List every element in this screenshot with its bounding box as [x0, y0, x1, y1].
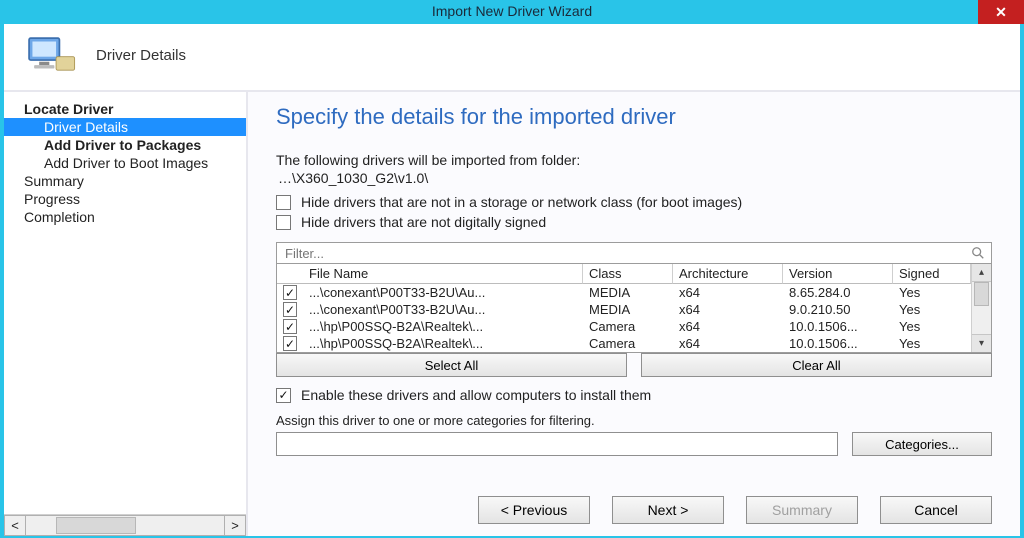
categories-input[interactable]: [276, 432, 838, 456]
cell-signed: Yes: [893, 335, 971, 352]
row-checkbox[interactable]: [283, 285, 297, 300]
body: Locate DriverDriver DetailsAdd Driver to…: [4, 92, 1020, 536]
cell-architecture: x64: [673, 318, 783, 335]
cell-filename: ...\hp\P00SSQ-B2A\Realtek\...: [303, 318, 583, 335]
scroll-right-button[interactable]: >: [224, 515, 246, 536]
col-version[interactable]: Version: [783, 264, 893, 284]
next-button[interactable]: Next >: [612, 496, 724, 524]
window-title: Import New Driver Wizard: [4, 3, 1020, 19]
cell-class: MEDIA: [583, 284, 673, 301]
close-button[interactable]: ✕: [978, 0, 1024, 24]
page-heading: Specify the details for the imported dri…: [276, 104, 992, 130]
hide-unsigned-label: Hide drivers that are not digitally sign…: [301, 214, 546, 230]
nav-item-driver-details[interactable]: Driver Details: [4, 118, 246, 136]
header: Driver Details: [4, 24, 1020, 92]
previous-button[interactable]: < Previous: [478, 496, 590, 524]
folder-path: …\X360_1030_G2\v1.0\: [278, 170, 992, 186]
computer-icon: [24, 34, 78, 76]
scroll-thumb[interactable]: [56, 517, 136, 534]
cell-signed: Yes: [893, 318, 971, 335]
nav-item-progress[interactable]: Progress: [4, 190, 246, 208]
header-title: Driver Details: [96, 47, 186, 64]
footer-buttons: < Previous Next > Summary Cancel: [478, 496, 992, 524]
col-filename[interactable]: File Name: [303, 264, 583, 284]
select-all-button[interactable]: Select All: [276, 353, 627, 377]
sidebar: Locate DriverDriver DetailsAdd Driver to…: [4, 92, 248, 536]
scroll-left-button[interactable]: <: [4, 515, 26, 536]
cell-class: Camera: [583, 318, 673, 335]
row-checkbox[interactable]: [283, 319, 297, 334]
hide-non-storage-label: Hide drivers that are not in a storage o…: [301, 194, 742, 210]
sidebar-hscroll[interactable]: < >: [4, 514, 246, 536]
col-signed[interactable]: Signed: [893, 264, 971, 284]
cell-architecture: x64: [673, 301, 783, 318]
cell-version: 10.0.1506...: [783, 318, 893, 335]
row-checkbox[interactable]: [283, 336, 297, 351]
nav-item-add-driver-to-packages[interactable]: Add Driver to Packages: [4, 136, 246, 154]
nav-item-add-driver-to-boot-images[interactable]: Add Driver to Boot Images: [4, 154, 246, 172]
scroll-down-button[interactable]: ▾: [972, 334, 991, 352]
enable-drivers-label: Enable these drivers and allow computers…: [301, 387, 651, 403]
driver-row[interactable]: ...\conexant\P00T33-B2U\Au...MEDIAx649.0…: [277, 301, 971, 318]
scroll-up-button[interactable]: ▴: [972, 264, 991, 282]
cell-class: Camera: [583, 335, 673, 352]
main-panel: Specify the details for the imported dri…: [248, 92, 1020, 536]
cancel-button[interactable]: Cancel: [880, 496, 992, 524]
grid-header: File Name Class Architecture Version Sig…: [277, 264, 971, 284]
cell-signed: Yes: [893, 301, 971, 318]
vscroll-thumb[interactable]: [974, 282, 989, 306]
driver-grid: File Name Class Architecture Version Sig…: [276, 264, 992, 353]
search-icon[interactable]: [971, 246, 985, 260]
enable-drivers-checkbox[interactable]: [276, 388, 291, 403]
cell-architecture: x64: [673, 284, 783, 301]
scroll-track[interactable]: [26, 515, 224, 536]
hide-unsigned-checkbox[interactable]: [276, 215, 291, 230]
clear-all-button[interactable]: Clear All: [641, 353, 992, 377]
row-checkbox[interactable]: [283, 302, 297, 317]
filter-input[interactable]: [283, 245, 971, 262]
filter-box[interactable]: [276, 242, 992, 264]
intro-text: The following drivers will be imported f…: [276, 152, 992, 168]
cell-signed: Yes: [893, 284, 971, 301]
cell-version: 9.0.210.50: [783, 301, 893, 318]
categories-button[interactable]: Categories...: [852, 432, 992, 456]
wizard-window: Import New Driver Wizard ✕ Driver Detail…: [0, 0, 1024, 538]
col-architecture[interactable]: Architecture: [673, 264, 783, 284]
cell-version: 10.0.1506...: [783, 335, 893, 352]
nav-item-locate-driver[interactable]: Locate Driver: [4, 100, 246, 118]
assign-text: Assign this driver to one or more catego…: [276, 413, 992, 428]
hide-non-storage-checkbox[interactable]: [276, 195, 291, 210]
cell-class: MEDIA: [583, 301, 673, 318]
cell-filename: ...\hp\P00SSQ-B2A\Realtek\...: [303, 335, 583, 352]
col-class[interactable]: Class: [583, 264, 673, 284]
cell-filename: ...\conexant\P00T33-B2U\Au...: [303, 301, 583, 318]
close-icon: ✕: [995, 4, 1007, 21]
driver-list-panel: File Name Class Architecture Version Sig…: [276, 242, 992, 377]
nav-list: Locate DriverDriver DetailsAdd Driver to…: [4, 100, 246, 514]
cell-filename: ...\conexant\P00T33-B2U\Au...: [303, 284, 583, 301]
driver-row[interactable]: ...\hp\P00SSQ-B2A\Realtek\...Camerax6410…: [277, 335, 971, 352]
cell-version: 8.65.284.0: [783, 284, 893, 301]
nav-item-completion[interactable]: Completion: [4, 208, 246, 226]
nav-item-summary[interactable]: Summary: [4, 172, 246, 190]
grid-vscroll[interactable]: ▴ ▾: [971, 264, 991, 352]
cell-architecture: x64: [673, 335, 783, 352]
driver-row[interactable]: ...\hp\P00SSQ-B2A\Realtek\...Camerax6410…: [277, 318, 971, 335]
driver-row[interactable]: ...\conexant\P00T33-B2U\Au...MEDIAx648.6…: [277, 284, 971, 301]
summary-button: Summary: [746, 496, 858, 524]
